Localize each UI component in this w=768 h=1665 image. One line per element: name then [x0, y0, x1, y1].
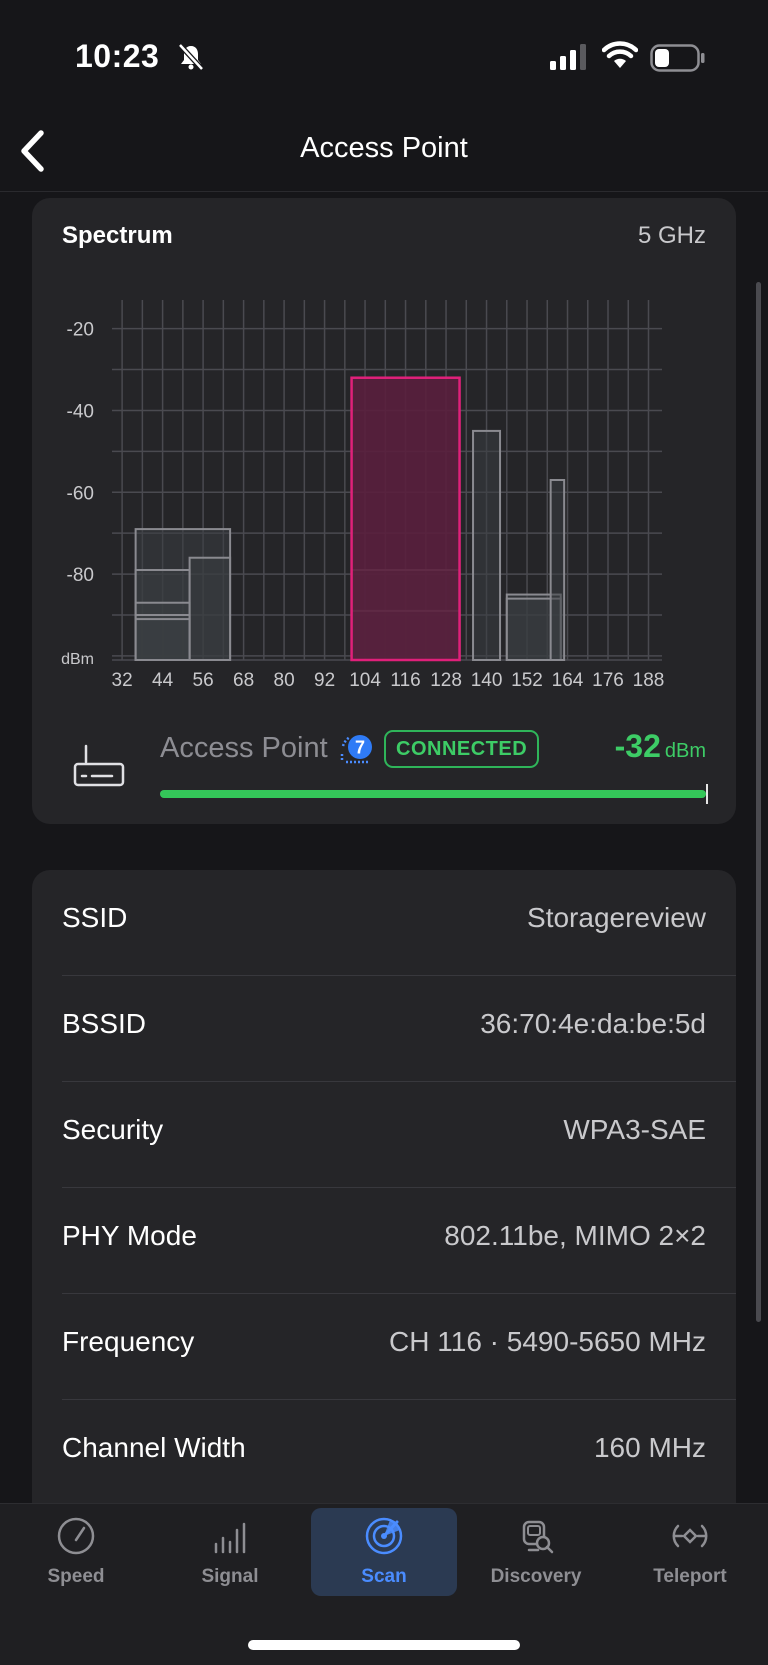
- signal-strength-marker: [706, 784, 708, 804]
- tab-label: Speed: [47, 1566, 105, 1587]
- detail-value: CH 116 · 5490-5650 MHz: [389, 1326, 706, 1357]
- tab-label: Discovery: [490, 1566, 582, 1587]
- discovery-icon: [522, 1520, 554, 1554]
- access-point-name: Access Point: [160, 732, 328, 764]
- x-tick-label: 188: [633, 670, 665, 691]
- rssi-value: -32: [614, 728, 661, 764]
- y-tick-label: -60: [67, 483, 94, 504]
- scrollbar[interactable]: [756, 282, 761, 1322]
- rssi-readout: -32 dBm: [615, 728, 706, 765]
- x-tick-label: 68: [233, 670, 254, 691]
- y-tick-label: -40: [67, 401, 94, 422]
- connected-badge: CONNECTED: [384, 730, 540, 768]
- signal-strength-fill: [160, 790, 706, 798]
- detail-label: Security: [62, 1114, 164, 1145]
- battery-icon: [650, 44, 705, 72]
- wifi7-icon: 7: [340, 735, 372, 764]
- tab-label: Signal: [201, 1566, 259, 1587]
- status-bar: 10:23: [0, 0, 768, 110]
- x-tick-label: 152: [511, 670, 543, 691]
- x-tick-label: 56: [193, 670, 214, 691]
- tab-label: Teleport: [653, 1566, 727, 1587]
- navigation-bar: Access Point: [0, 110, 768, 192]
- x-tick-label: 164: [552, 670, 584, 691]
- page-title: Access Point: [300, 132, 468, 164]
- network-bar: [549, 479, 566, 661]
- home-indicator: [248, 1640, 520, 1650]
- network-bar: [134, 618, 191, 662]
- detail-value: 802.11be, MIMO 2×2: [444, 1220, 706, 1251]
- detail-label: BSSID: [62, 1008, 147, 1039]
- x-tick-label: 176: [592, 670, 624, 691]
- x-tick-label: 128: [430, 670, 462, 691]
- detail-row-channel-width: Channel Width 160 MHz: [62, 1400, 736, 1506]
- detail-value: WPA3-SAE: [563, 1114, 706, 1145]
- network-bar: [188, 556, 232, 661]
- x-tick-label: 116: [390, 670, 420, 691]
- detail-row-security: Security WPA3-SAE: [62, 1082, 736, 1188]
- svg-text:7: 7: [355, 738, 365, 758]
- y-axis-unit-label: dBm: [61, 651, 94, 668]
- x-tick-label: 32: [112, 670, 133, 691]
- y-tick-label: -20: [67, 320, 94, 341]
- x-tick-label: 80: [274, 670, 295, 691]
- detail-label: Frequency: [62, 1326, 195, 1357]
- x-tick-label: 140: [471, 670, 503, 691]
- tab-label: Scan: [361, 1566, 407, 1587]
- detail-label: Channel Width: [62, 1432, 246, 1463]
- spectrum-chart: -20 -40 -60 -80 dBm 32 44 56 68 80 92 104 116 128 140 1…: [61, 300, 665, 691]
- access-point-row[interactable]: Access Point 7 CONNECTED -32 dBm: [32, 718, 736, 808]
- rssi-unit: dBm: [664, 740, 706, 762]
- router-icon: [73, 744, 125, 787]
- network-bar: [472, 429, 502, 661]
- speedometer-icon: [57, 1517, 95, 1555]
- cellular-signal-icon: [550, 44, 586, 70]
- details-card: SSID Storagereview BSSID 36:70:4e:da:be:…: [32, 870, 736, 1510]
- tab-signal[interactable]: Signal: [157, 1508, 303, 1596]
- spectrum-card: Spectrum 5 GHz -20 -40 -60 -80 dBm 32 44 56 68 80…: [32, 198, 736, 824]
- detail-label: PHY Mode: [62, 1220, 197, 1251]
- detail-label: SSID: [62, 902, 128, 933]
- signal-bars-icon: [214, 1522, 246, 1554]
- radar-icon: [365, 1517, 403, 1555]
- tab-discovery[interactable]: Discovery: [463, 1508, 609, 1596]
- tab-teleport[interactable]: Teleport: [617, 1508, 763, 1596]
- y-tick-label: -80: [67, 565, 94, 586]
- tab-scan[interactable]: Scan: [311, 1508, 457, 1596]
- x-tick-label: 92: [314, 670, 335, 691]
- x-tick-label: 104: [349, 670, 381, 691]
- signal-strength-bar: [160, 784, 708, 804]
- detail-value: 36:70:4e:da:be:5d: [480, 1008, 706, 1039]
- network-bar-connected: [350, 376, 461, 662]
- bell-slash-icon: [178, 43, 204, 71]
- teleport-icon: [672, 1524, 708, 1548]
- detail-value: 160 MHz: [593, 1432, 706, 1463]
- x-tick-label: 44: [152, 670, 174, 691]
- detail-row-bssid: BSSID 36:70:4e:da:be:5d: [62, 976, 736, 1082]
- tab-speed[interactable]: Speed: [3, 1508, 149, 1596]
- status-time: 10:23: [75, 38, 160, 74]
- detail-value: Storagereview: [527, 902, 706, 933]
- detail-row-frequency: Frequency CH 116 · 5490-5650 MHz: [62, 1294, 736, 1400]
- detail-row-phy-mode: PHY Mode 802.11be, MIMO 2×2: [62, 1188, 736, 1294]
- detail-row-ssid: SSID Storagereview: [62, 870, 736, 976]
- wifi-icon: [602, 41, 638, 68]
